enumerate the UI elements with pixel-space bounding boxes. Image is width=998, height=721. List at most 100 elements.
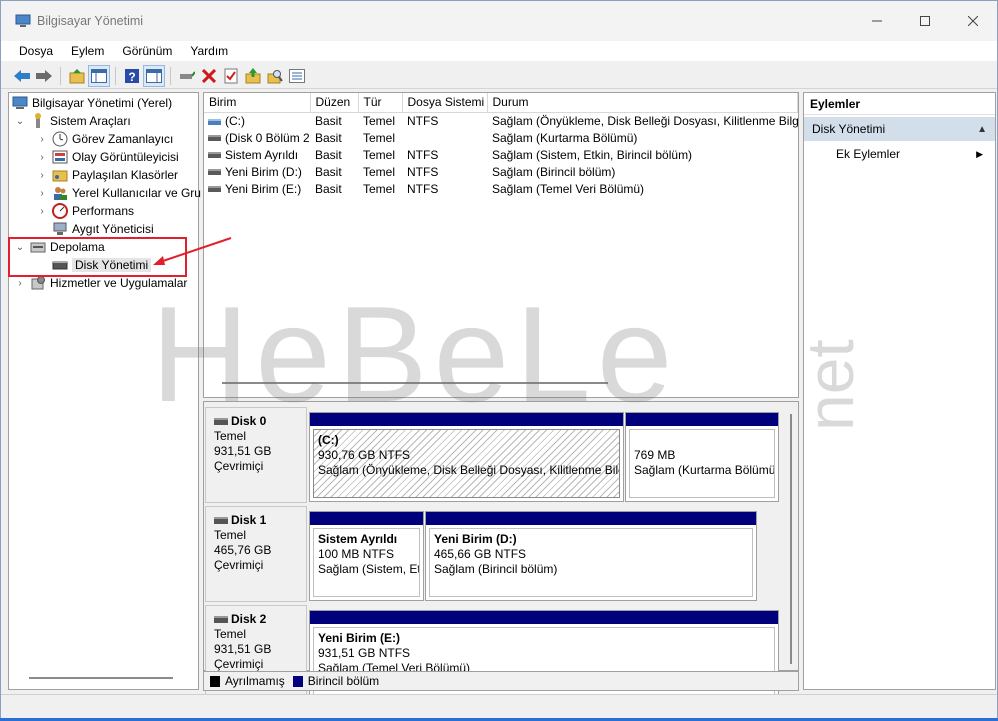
device-manager-icon <box>52 221 68 237</box>
menu-bar: Dosya Eylem Görünüm Yardım <box>1 41 997 61</box>
tree-node-shared-folders[interactable]: › Paylaşılan Klasörler <box>36 166 178 184</box>
minimize-button[interactable] <box>853 1 901 41</box>
help-icon: ? <box>125 68 139 84</box>
watermark-suffix: net <box>793 339 867 431</box>
view-list-button[interactable] <box>286 65 308 87</box>
primary-partition-bar <box>310 611 778 624</box>
console-tree-icon <box>91 68 107 83</box>
disk-map-pane: Disk 0 Temel 931,51 GB Çevrimiçi (C:) 93… <box>203 401 799 701</box>
volume-type: Temel <box>363 164 396 179</box>
computer-management-window: Bilgisayar Yönetimi Dosya Eylem Görünüm … <box>0 0 998 718</box>
folder-export-icon <box>245 67 261 83</box>
forward-button[interactable] <box>33 65 55 87</box>
disk-size: 931,51 GB <box>214 642 272 656</box>
column-header-file-system[interactable]: Dosya Sistemi <box>402 93 488 113</box>
tree-node-event-viewer[interactable]: › Olay Görüntüleyicisi <box>36 148 178 166</box>
menu-yardim[interactable]: Yardım <box>181 44 237 58</box>
disk-status: Çevrimiçi <box>214 558 264 572</box>
table-row[interactable]: Yeni Birim (D:) Basit Temel NTFS Sağlam … <box>204 163 798 180</box>
volume-file-system: NTFS <box>407 164 439 179</box>
disk-map-vertical-scrollbar[interactable] <box>790 414 792 664</box>
submenu-arrow-icon: ▶ <box>976 148 983 159</box>
svg-text:?: ? <box>128 70 135 84</box>
menu-gorunum[interactable]: Görünüm <box>113 44 181 58</box>
volume-status: Sağlam (Önyükleme, Disk Belleği Dosyası,… <box>492 113 798 128</box>
chevron-right-icon[interactable]: › <box>36 134 48 145</box>
volume-icon <box>208 169 221 176</box>
chevron-right-icon[interactable]: › <box>14 278 26 289</box>
show-hide-console-tree-button[interactable] <box>88 64 110 87</box>
tree-label-root: Bilgisayar Yönetimi (Yerel) <box>32 96 173 110</box>
help-button[interactable]: ? <box>121 65 143 87</box>
chevron-right-icon[interactable]: › <box>36 152 48 163</box>
volume-layout: Basit <box>315 181 342 196</box>
export-button[interactable] <box>242 65 264 87</box>
search-folder-icon <box>267 69 283 83</box>
partition-system-reserved[interactable]: Sistem Ayrıldı 100 MB NTFS Sağlam (Siste… <box>309 511 424 601</box>
volume-icon <box>208 135 221 142</box>
column-header-status[interactable]: Durum <box>487 93 798 113</box>
disk-type: Temel <box>214 528 247 542</box>
volume-type: Temel <box>363 147 396 162</box>
tree-node-system-tools[interactable]: ⌄ Sistem Araçları <box>14 112 131 130</box>
tree-node-root[interactable]: Bilgisayar Yönetimi (Yerel) <box>12 94 172 112</box>
column-header-volume[interactable]: Birim <box>204 93 311 113</box>
actions-section-label: Disk Yönetimi <box>812 122 886 136</box>
partition-size: 100 MB NTFS <box>318 547 395 561</box>
delete-x-icon <box>202 68 216 83</box>
maximize-button[interactable] <box>901 1 949 41</box>
tree-node-task-scheduler[interactable]: › Görev Zamanlayıcı <box>36 130 173 148</box>
partition-size: 465,66 GB NTFS <box>434 547 527 561</box>
show-hide-action-pane-button[interactable] <box>143 64 165 87</box>
table-row[interactable]: Yeni Birim (E:) Basit Temel NTFS Sağlam … <box>204 180 798 197</box>
list-view-icon <box>289 68 305 83</box>
more-actions-item[interactable]: Ek Eylemler ▶ <box>804 143 995 165</box>
table-row[interactable]: (C:) Basit Temel NTFS Sağlam (Önyükleme,… <box>204 112 798 129</box>
tree-node-device-manager[interactable]: Aygıt Yöneticisi <box>52 220 154 238</box>
column-header-type[interactable]: Tür <box>358 93 403 113</box>
chevron-right-icon[interactable]: › <box>36 206 48 217</box>
volume-name: Yeni Birim (D:) <box>225 164 302 179</box>
table-row[interactable]: Sistem Ayrıldı Basit Temel NTFS Sağlam (… <box>204 146 798 163</box>
menu-eylem[interactable]: Eylem <box>62 44 113 58</box>
volume-status: Sağlam (Kurtarma Bölümü) <box>492 130 638 145</box>
delete-button[interactable] <box>198 65 220 87</box>
disk-icon <box>214 616 228 623</box>
volume-file-system <box>402 129 487 146</box>
properties-button[interactable] <box>220 65 242 87</box>
volume-layout: Basit <box>315 147 342 162</box>
actions-header: Eylemler <box>804 93 995 115</box>
column-header-layout[interactable]: Düzen <box>310 93 359 113</box>
volume-name: (Disk 0 Bölüm 2) <box>225 130 310 145</box>
tree-horizontal-scrollbar[interactable] <box>29 677 173 679</box>
annotation-arrow-icon <box>153 237 232 265</box>
close-button[interactable] <box>949 1 997 41</box>
volume-icon <box>208 118 221 125</box>
unallocated-swatch <box>210 675 220 687</box>
disk-size: 931,51 GB <box>214 444 272 458</box>
connect-drive-button[interactable] <box>176 65 198 87</box>
chevron-right-icon[interactable]: › <box>36 188 48 199</box>
more-actions-label: Ek Eylemler <box>836 147 901 161</box>
collapse-up-icon[interactable]: ▲ <box>977 124 987 135</box>
disk-size: 465,76 GB <box>214 543 272 557</box>
tree-label-task-scheduler: Görev Zamanlayıcı <box>72 132 174 146</box>
search-button[interactable] <box>264 65 286 87</box>
partition-d[interactable]: Yeni Birim (D:) 465,66 GB NTFS Sağlam (B… <box>425 511 757 601</box>
back-arrow-icon <box>14 69 30 82</box>
table-row[interactable]: (Disk 0 Bölüm 2) Basit Temel Sağlam (Kur… <box>204 129 798 146</box>
computer-management-icon <box>15 14 31 27</box>
partition-status: Sağlam (Sistem, Etki <box>318 562 420 576</box>
tree-node-local-users[interactable]: › Yerel Kullanıcılar ve Gru <box>36 184 201 202</box>
up-level-button[interactable] <box>66 65 88 87</box>
back-button[interactable] <box>11 65 33 87</box>
chevron-right-icon[interactable]: › <box>36 170 48 181</box>
actions-section-disk-management[interactable]: Disk Yönetimi ▲ <box>804 117 995 141</box>
tree-node-performance[interactable]: › Performans <box>36 202 134 220</box>
legend-bar: Ayrılmamış Birincil bölüm <box>203 671 799 691</box>
tools-icon <box>30 113 46 129</box>
menu-dosya[interactable]: Dosya <box>1 44 62 58</box>
chevron-down-icon[interactable]: ⌄ <box>14 116 26 127</box>
disk-status: Çevrimiçi <box>214 459 264 473</box>
disk-info[interactable]: Disk 1 Temel 465,76 GB Çevrimiçi <box>205 506 307 602</box>
